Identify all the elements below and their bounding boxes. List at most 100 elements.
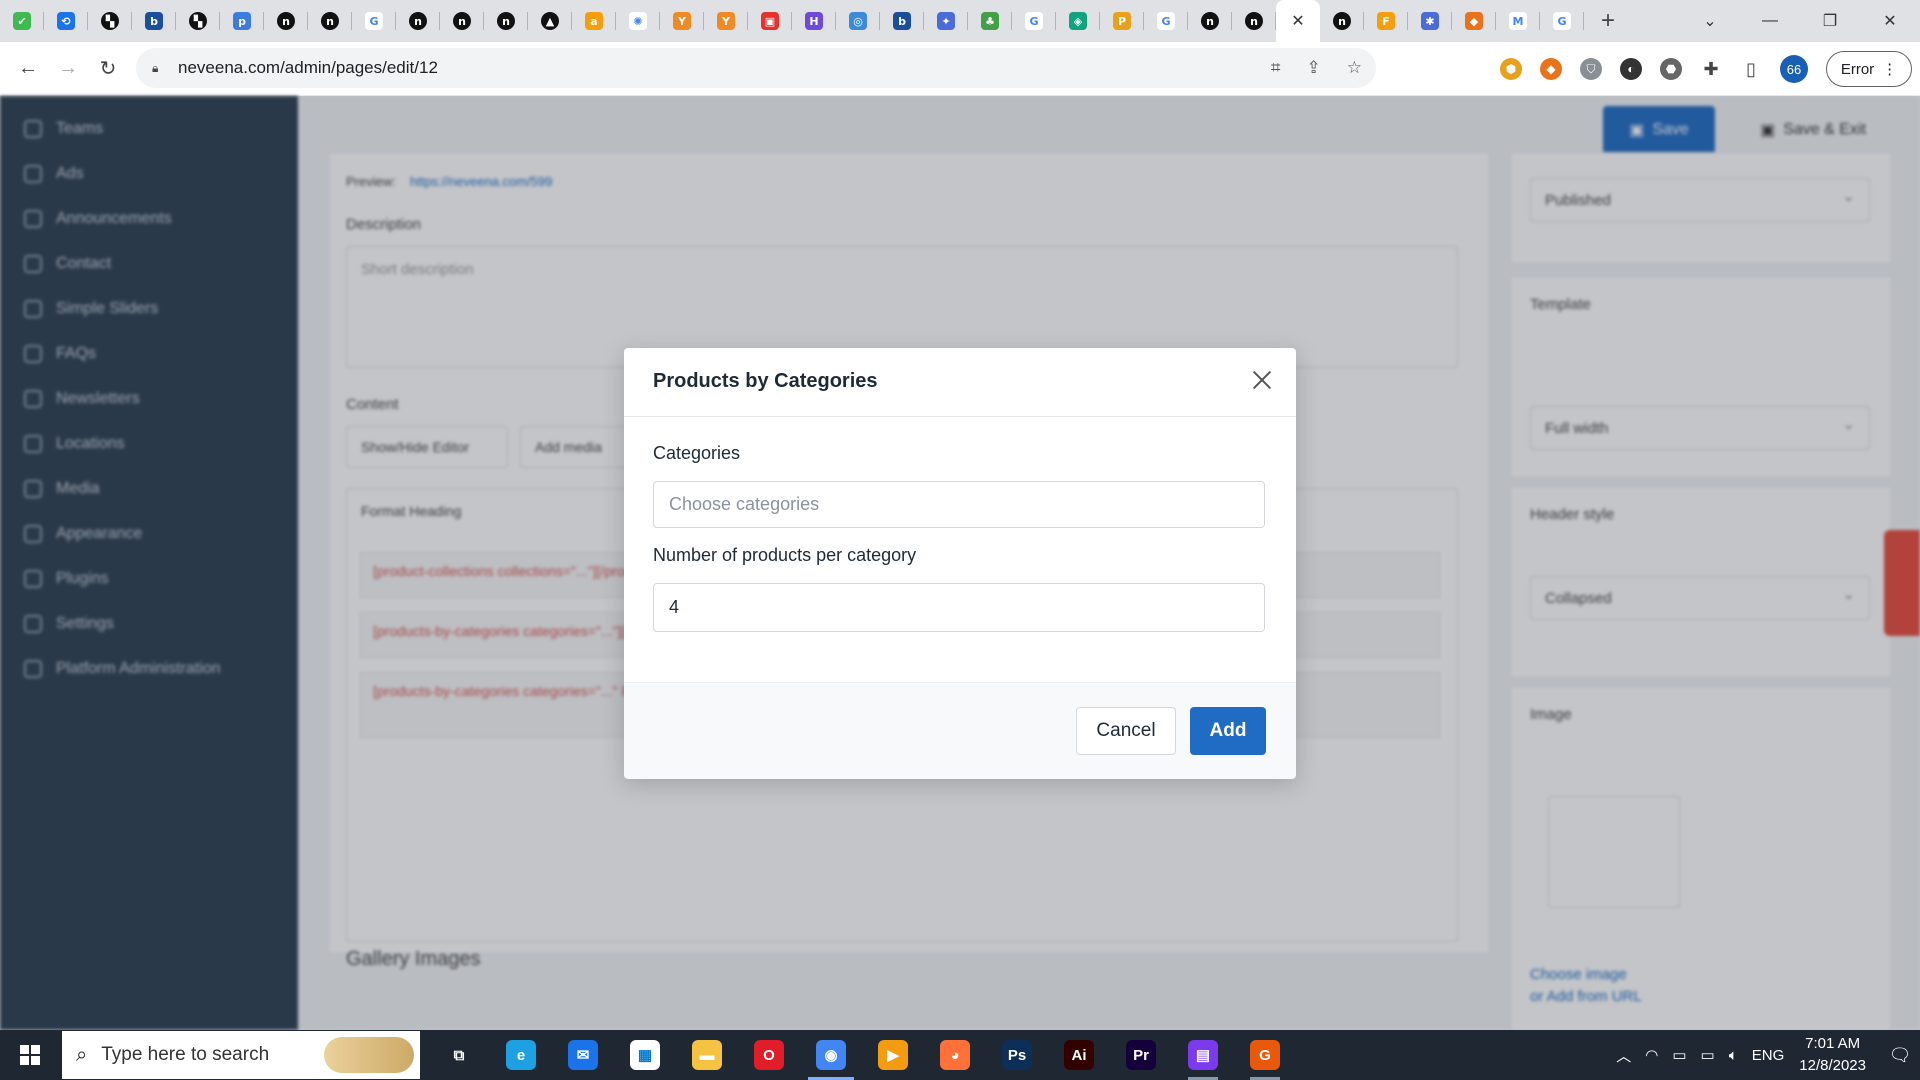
cancel-button[interactable]: Cancel: [1076, 707, 1176, 755]
browser-tab[interactable]: n: [396, 0, 440, 42]
browser-tab[interactable]: ✔: [0, 0, 44, 42]
start-button[interactable]: [0, 1030, 60, 1080]
add-button[interactable]: Add: [1190, 707, 1266, 755]
extension-vpn-icon[interactable]: ⬣: [1660, 58, 1682, 80]
lock-icon[interactable]: 🔒︎: [152, 61, 166, 75]
browser-tab[interactable]: n: [1188, 0, 1232, 42]
close-window-button[interactable]: ✕: [1860, 11, 1920, 31]
active-tab[interactable]: ✕: [1276, 0, 1320, 42]
browser-tab[interactable]: ▲: [528, 0, 572, 42]
browser-tab[interactable]: ▚: [88, 0, 132, 42]
chevron-up-icon[interactable]: ︿: [1616, 1045, 1631, 1066]
taskbar-app[interactable]: ◉: [800, 1030, 862, 1080]
back-button[interactable]: ←: [8, 57, 48, 80]
browser-tab[interactable]: F: [1364, 0, 1408, 42]
browser-tab[interactable]: n: [1320, 0, 1364, 42]
browser-tab[interactable]: ⟲: [44, 0, 88, 42]
leaf-icon: ♣: [981, 12, 999, 30]
browser-tab[interactable]: b: [132, 0, 176, 42]
taskbar-app[interactable]: e: [490, 1030, 552, 1080]
translate-icon[interactable]: ⌗: [1271, 58, 1281, 78]
categories-input[interactable]: [653, 481, 1265, 528]
browser-tab[interactable]: n: [440, 0, 484, 42]
taskbar-app[interactable]: G: [1234, 1030, 1296, 1080]
extension-metamask-icon[interactable]: ◆: [1540, 58, 1562, 80]
browser-tab[interactable]: ◈: [1056, 0, 1100, 42]
taskbar-app[interactable]: ◕: [924, 1030, 986, 1080]
browser-tab[interactable]: G: [1012, 0, 1056, 42]
profile-avatar[interactable]: 66: [1780, 55, 1808, 83]
browser-tab[interactable]: ✺: [616, 0, 660, 42]
share-icon[interactable]: ⇪: [1307, 58, 1321, 78]
browser-tab[interactable]: ◎: [836, 0, 880, 42]
taskbar-app[interactable]: O: [738, 1030, 800, 1080]
puzzle-icon: ✱: [1421, 12, 1439, 30]
extension-shield-icon[interactable]: ⛉: [1580, 58, 1602, 80]
taskbar-app[interactable]: ⧉: [428, 1030, 490, 1080]
taskbar: ⌕ Type here to search ⧉ e ✉ ▦ ▬ O ◉ ▶ ◕ Ps Ai Pr ▤ G …: [0, 1030, 1920, 1080]
taskbar-app[interactable]: ▬: [676, 1030, 738, 1080]
taskbar-app[interactable]: Pr: [1110, 1030, 1172, 1080]
close-tab-icon[interactable]: ✕: [1291, 11, 1304, 31]
taskbar-app[interactable]: ▤: [1172, 1030, 1234, 1080]
browser-tab[interactable]: ◆: [1452, 0, 1496, 42]
extensions-puzzle-icon[interactable]: ✚: [1700, 58, 1722, 80]
address-bar[interactable]: 🔒︎ neveena.com/admin/pages/edit/12 ⌗ ⇪ ☆: [136, 48, 1376, 88]
taskbar-app[interactable]: Ai: [1048, 1030, 1110, 1080]
browser-tab[interactable]: G: [1540, 0, 1584, 42]
history-icon: ⟲: [57, 12, 75, 30]
browser-tab[interactable]: ♣: [968, 0, 1012, 42]
taskbar-app[interactable]: ▦: [614, 1030, 676, 1080]
browser-tab[interactable]: G: [352, 0, 396, 42]
error-button[interactable]: Error ⋮: [1826, 51, 1912, 87]
extension-honey-icon[interactable]: ⬢: [1500, 58, 1522, 80]
tab-list-after: n F ✱ ◆ M G: [1320, 0, 1584, 42]
check-icon: ✔: [13, 12, 31, 30]
browser-tab[interactable]: P: [1100, 0, 1144, 42]
browser-tab[interactable]: a: [572, 0, 616, 42]
reload-button[interactable]: ↻: [88, 56, 128, 81]
battery-icon[interactable]: ▭: [1701, 1046, 1715, 1064]
browser-tab[interactable]: b: [880, 0, 924, 42]
globe-icon: ◎: [849, 12, 867, 30]
browser-tab[interactable]: ✦: [924, 0, 968, 42]
browser-tab[interactable]: G: [1144, 0, 1188, 42]
taskbar-app[interactable]: Ps: [986, 1030, 1048, 1080]
browser-tab[interactable]: ✱: [1408, 0, 1452, 42]
wifi-icon[interactable]: ◠: [1645, 1046, 1658, 1064]
taskbar-app[interactable]: ▶: [862, 1030, 924, 1080]
products-per-category-input[interactable]: [653, 583, 1265, 632]
taskbar-apps: ⧉ e ✉ ▦ ▬ O ◉ ▶ ◕ Ps Ai Pr ▤ G: [428, 1030, 1296, 1080]
restore-button[interactable]: ❐: [1800, 11, 1860, 31]
side-panel-icon[interactable]: ▯: [1740, 58, 1762, 80]
browser-tab[interactable]: ▚: [176, 0, 220, 42]
tab-search-icon[interactable]: ⌄: [1680, 11, 1740, 31]
bookmark-star-icon[interactable]: ☆: [1347, 58, 1362, 78]
browser-tab[interactable]: n: [308, 0, 352, 42]
browser-tab[interactable]: ▣: [748, 0, 792, 42]
extension-circle-icon[interactable]: ◐: [1620, 58, 1642, 80]
language-indicator[interactable]: ENG: [1752, 1047, 1785, 1064]
url-text[interactable]: neveena.com/admin/pages/edit/12: [178, 58, 438, 78]
tab-list: ✔ ⟲ ▚ b ▚ p n n Gn n n ▲ a ✺ Y Y ▣ H ◎ b ✦ ♣ G ◈ P Gn n: [0, 0, 1276, 42]
browser-tab[interactable]: n: [264, 0, 308, 42]
edge-icon: e: [506, 1040, 536, 1070]
browser-tab[interactable]: H: [792, 0, 836, 42]
browser-tab[interactable]: n: [1232, 0, 1276, 42]
close-icon[interactable]: [1250, 368, 1274, 392]
browser-tab[interactable]: M: [1496, 0, 1540, 42]
minimize-button[interactable]: —: [1740, 12, 1800, 30]
new-tab-button[interactable]: +: [1590, 3, 1626, 39]
forward-button[interactable]: →: [48, 57, 88, 80]
notification-icon[interactable]: 🗨︎: [1880, 1045, 1920, 1066]
browser-tab[interactable]: n: [484, 0, 528, 42]
meet-icon[interactable]: ▭: [1672, 1046, 1686, 1064]
clock[interactable]: 7:01 AM 12/8/2023: [1799, 1033, 1866, 1077]
browser-tab[interactable]: Y: [704, 0, 748, 42]
taskbar-search[interactable]: ⌕ Type here to search: [62, 1031, 420, 1079]
browser-tab[interactable]: Y: [660, 0, 704, 42]
taskbar-app[interactable]: ✉: [552, 1030, 614, 1080]
browser-tab[interactable]: p: [220, 0, 264, 42]
grammarly-icon: G: [1250, 1040, 1280, 1070]
volume-icon[interactable]: 🔈︎: [1729, 1047, 1738, 1064]
